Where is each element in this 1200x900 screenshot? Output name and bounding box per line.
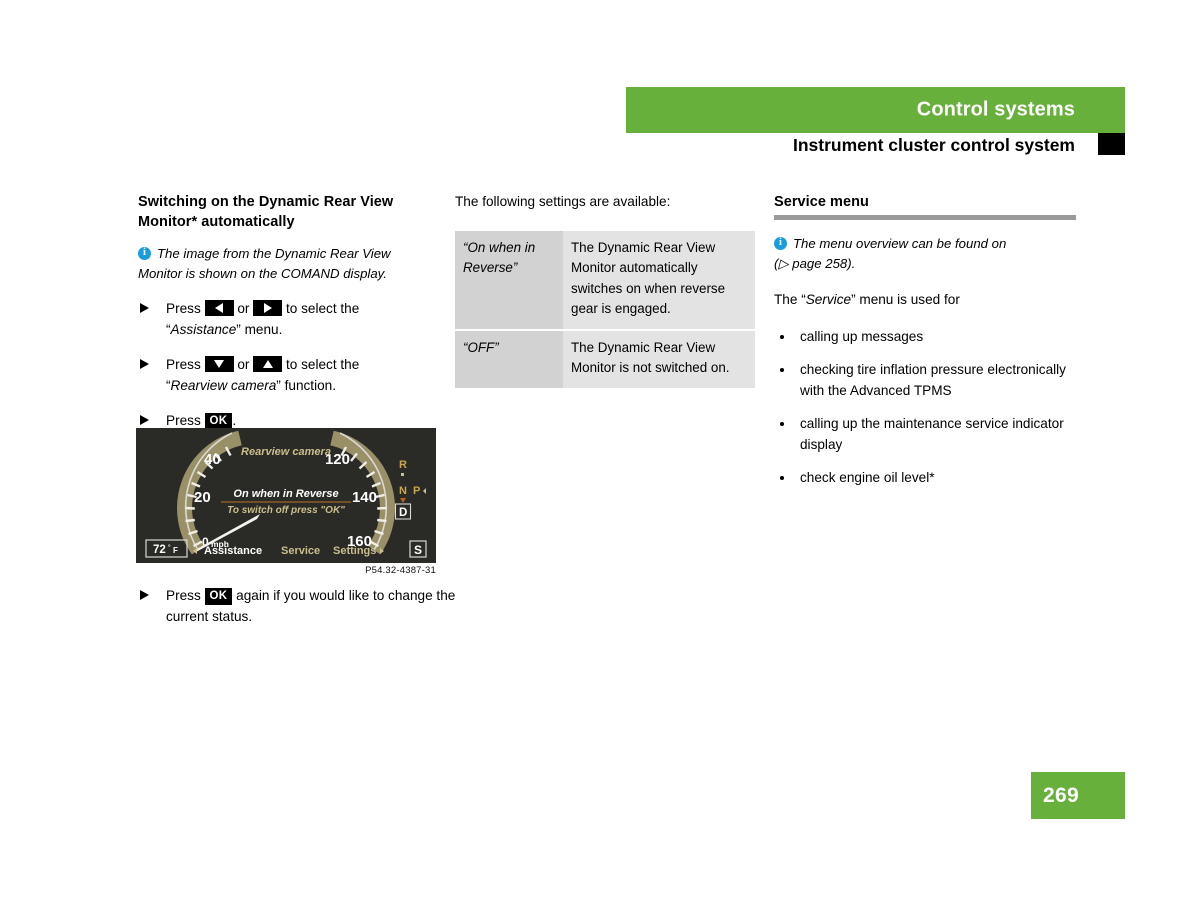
step1-line2-tail: menu. bbox=[244, 322, 283, 337]
up-arrow-key-icon[interactable] bbox=[253, 356, 283, 372]
right-column-info-note: The menu overview can be found on (▷ pag… bbox=[774, 234, 1076, 274]
service-menu-intro: The “Service” menu is used for bbox=[774, 290, 1076, 311]
heading-rule bbox=[774, 215, 1076, 220]
right-column-heading: Service menu bbox=[774, 194, 869, 210]
list-item: calling up the maintenance service indic… bbox=[774, 414, 1076, 455]
service-menu-bullet-list: calling up messages checking tire inflat… bbox=[774, 327, 1076, 489]
settings-table: “On when in Reverse” The Dynamic Rear Vi… bbox=[455, 230, 755, 390]
figure-caption: P54.32-4387-31 bbox=[365, 565, 436, 576]
intro-menu-name: Service bbox=[805, 292, 852, 307]
step2-tail: to select the bbox=[285, 357, 360, 372]
page-number: 269 bbox=[1043, 783, 1079, 807]
list-item: calling up messages bbox=[774, 327, 1076, 348]
cluster-s-badge: S bbox=[414, 543, 422, 557]
down-arrow-key-icon[interactable] bbox=[204, 356, 234, 372]
step-triangle-icon bbox=[140, 359, 149, 369]
table-cell-setting: “OFF” bbox=[455, 329, 563, 390]
ok-key-icon[interactable]: OK bbox=[204, 588, 233, 605]
right-column: Service menu The menu overview can be fo… bbox=[774, 192, 1076, 502]
intro-pre: The “ bbox=[774, 292, 806, 307]
instrument-cluster-figure: 20 40 120 140 160 0 mph Rearview camera … bbox=[136, 428, 436, 576]
left-column-heading: Switching on the Dynamic Rear View Monit… bbox=[138, 194, 394, 230]
cluster-temperature: 72 bbox=[153, 544, 166, 556]
step1-menu-name: Assistance bbox=[170, 322, 237, 337]
step-triangle-icon bbox=[140, 303, 149, 313]
step-select-assistance: Press or to select the “Assistance” menu… bbox=[138, 298, 438, 340]
step1-or-label: or bbox=[237, 301, 250, 316]
step2-function-name: Rearview camera bbox=[170, 378, 277, 393]
left-arrow-key-icon[interactable] bbox=[204, 300, 234, 316]
header-green-banner: Control systems bbox=[626, 87, 1125, 133]
step1-tail: to select the bbox=[285, 301, 360, 316]
cluster-menu-assistance: Assistance bbox=[204, 545, 262, 557]
header-section-title: Instrument cluster control system bbox=[792, 135, 1075, 155]
instrument-cluster-image: 20 40 120 140 160 0 mph Rearview camera … bbox=[136, 428, 436, 563]
step-triangle-icon bbox=[140, 590, 149, 600]
table-cell-setting: “On when in Reverse” bbox=[455, 230, 563, 331]
step3-press-label: Press bbox=[166, 413, 201, 428]
left-column-info-note: The image from the Dynamic Rear View Mon… bbox=[138, 244, 438, 284]
header-black-tab-marker bbox=[1098, 133, 1125, 155]
cluster-tick-40: 40 bbox=[204, 451, 221, 468]
cluster-gear-D: D bbox=[399, 507, 407, 519]
cluster-center-line2: To switch off press "OK" bbox=[227, 505, 345, 516]
table-cell-description: The Dynamic Rear View Monitor automatica… bbox=[563, 230, 755, 331]
page-reference-258[interactable]: page 258 bbox=[792, 256, 847, 271]
intro-post: ” menu is used for bbox=[851, 292, 960, 307]
table-row: “OFF” The Dynamic Rear View Monitor is n… bbox=[455, 329, 755, 390]
list-item: check engine oil level* bbox=[774, 468, 1076, 489]
table-row: “On when in Reverse” The Dynamic Rear Vi… bbox=[455, 230, 755, 331]
table-cell-description: The Dynamic Rear View Monitor is not swi… bbox=[563, 329, 755, 390]
step3-tail: . bbox=[232, 413, 237, 428]
step2-or-label: or bbox=[237, 357, 250, 372]
cluster-tick-140: 140 bbox=[352, 489, 377, 506]
cluster-menu-service: Service bbox=[281, 545, 320, 557]
page-ref-triangle-icon: ▷ bbox=[778, 256, 789, 271]
info-icon bbox=[138, 246, 151, 260]
right-note-line1: The menu overview can be found on bbox=[793, 236, 1007, 251]
cluster-center-line1: On when in Reverse bbox=[233, 488, 338, 500]
cluster-temp-unit: F bbox=[173, 546, 178, 555]
cluster-gear-N: N bbox=[399, 485, 407, 497]
middle-column: The following settings are available: “O… bbox=[455, 192, 755, 390]
final-step-press-label: Press bbox=[166, 588, 201, 603]
cluster-title-text: Rearview camera bbox=[241, 446, 331, 458]
info-icon bbox=[774, 236, 787, 250]
step-triangle-icon bbox=[140, 415, 149, 425]
step2-line2-tail: function. bbox=[284, 378, 336, 393]
left-column: Switching on the Dynamic Rear View Monit… bbox=[138, 192, 438, 445]
cluster-temp-deg: ° bbox=[168, 543, 171, 551]
settings-intro: The following settings are available: bbox=[455, 194, 671, 209]
right-note-paren-close: ). bbox=[847, 256, 856, 271]
page-number-badge: 269 bbox=[1031, 772, 1125, 819]
cluster-gear-P: P bbox=[413, 485, 420, 497]
cluster-menu-settings: Settings bbox=[333, 545, 376, 557]
step2-press-label: Press bbox=[166, 357, 201, 372]
step1-press-label: Press bbox=[166, 301, 201, 316]
header-banner-title: Control systems bbox=[916, 98, 1075, 121]
left-column-info-text: The image from the Dynamic Rear View Mon… bbox=[138, 246, 391, 281]
cluster-gear-R: R bbox=[399, 459, 407, 471]
cluster-tick-20: 20 bbox=[194, 489, 211, 506]
list-item: checking tire inflation pressure electro… bbox=[774, 360, 1076, 401]
step-press-ok-again: Press OK again if you would like to chan… bbox=[138, 585, 466, 627]
right-arrow-key-icon[interactable] bbox=[253, 300, 283, 316]
step-select-rearview-camera: Press or to select the “Rearview camera”… bbox=[138, 354, 438, 396]
